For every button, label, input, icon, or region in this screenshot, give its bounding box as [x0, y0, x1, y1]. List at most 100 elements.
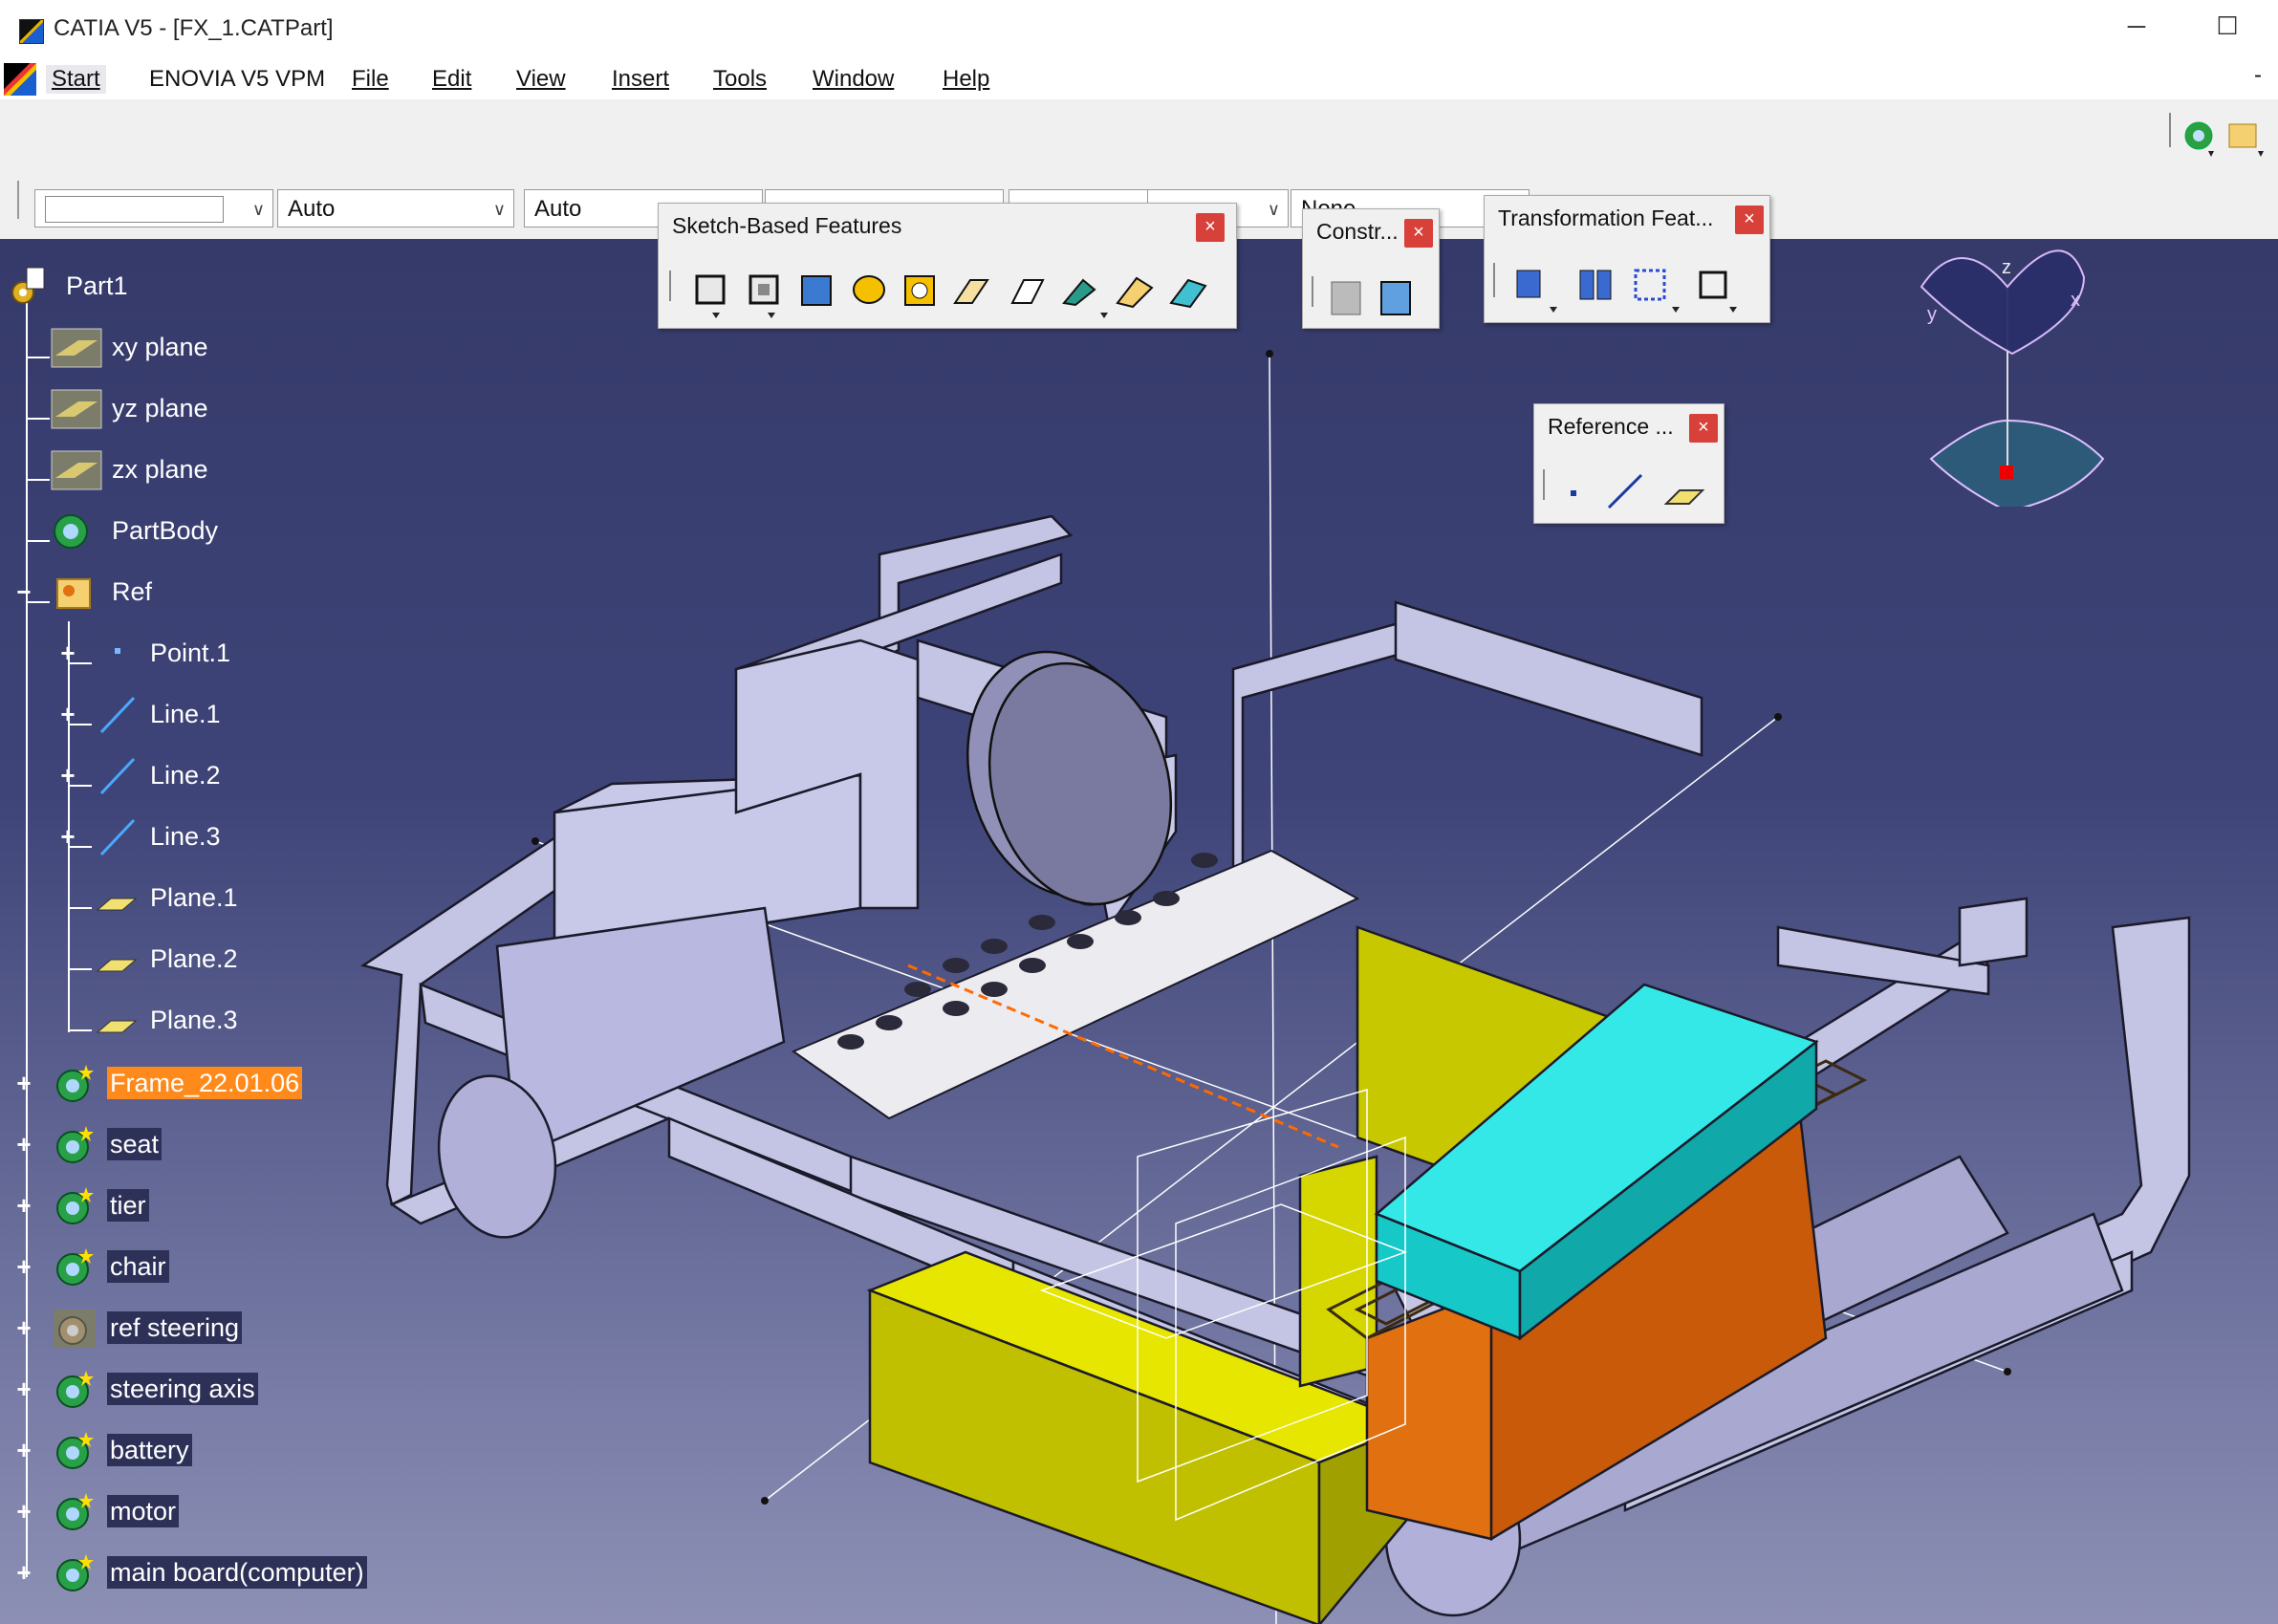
- panel-title: Reference ...: [1548, 414, 1674, 439]
- body-icon: [54, 514, 88, 549]
- expand-icon[interactable]: +: [57, 824, 78, 849]
- tree-label: xy plane: [112, 333, 208, 361]
- menu-insert[interactable]: Insert: [606, 65, 675, 94]
- expand-icon[interactable]: +: [13, 1376, 34, 1401]
- tier-cylinder-left: [437, 906, 786, 1239]
- document-icon[interactable]: [4, 63, 36, 96]
- groove-icon: [853, 275, 885, 304]
- body-icon: [56, 1493, 94, 1530]
- menu-view[interactable]: View: [510, 65, 572, 94]
- expand-icon[interactable]: +: [13, 1132, 34, 1157]
- transformation-features-toolbar[interactable]: Transformation Feat... ×: [1484, 195, 1770, 323]
- expand-icon[interactable]: +: [13, 1499, 34, 1524]
- line-icon: [99, 757, 136, 795]
- compass-z-label: z: [2002, 257, 2011, 278]
- plane-tool-icon: [1663, 489, 1705, 505]
- scroll-minus[interactable]: -: [2248, 61, 2267, 90]
- expand-icon[interactable]: +: [13, 1071, 34, 1095]
- minimize-button[interactable]: ─: [2117, 11, 2156, 41]
- expand-icon[interactable]: +: [57, 763, 78, 788]
- expand-icon[interactable]: +: [13, 1254, 34, 1279]
- menu-enovia[interactable]: ENOVIA V5 VPM: [143, 65, 331, 94]
- pattern-icon: [1634, 269, 1680, 313]
- menu-tools[interactable]: Tools: [707, 65, 772, 94]
- tree-label: Line.2: [150, 761, 221, 790]
- constraint-tools[interactable]: [1311, 272, 1435, 324]
- menu-start[interactable]: Start: [46, 65, 106, 94]
- body-icon: [56, 1187, 94, 1224]
- sketch-based-features-toolbar[interactable]: Sketch-Based Features ×: [658, 203, 1237, 329]
- reference-elements-toolbar[interactable]: Reference ... ×: [1533, 403, 1725, 524]
- menu-help[interactable]: Help: [937, 65, 995, 94]
- geometrical-set-icon: [56, 578, 91, 609]
- ref-plane-icon: [96, 898, 138, 911]
- close-button[interactable]: ×: [1404, 219, 1433, 248]
- expand-icon[interactable]: +: [13, 1560, 34, 1585]
- plane-icon: [51, 450, 102, 490]
- hole-icon: [904, 275, 935, 306]
- rib-icon: [953, 279, 989, 304]
- window-title: CATIA V5 - [FX_1.CATPart]: [54, 15, 334, 41]
- compass-widget[interactable]: z y x: [1902, 239, 2132, 507]
- tree-label: Part1: [66, 271, 128, 300]
- stiffener-icon: [1062, 278, 1108, 318]
- menu-edit[interactable]: Edit: [426, 65, 477, 94]
- expand-icon[interactable]: +: [13, 1438, 34, 1462]
- maximize-button[interactable]: ☐: [2208, 11, 2246, 41]
- shaft-icon: [801, 275, 832, 306]
- 3d-viewport[interactable]: z y x Part1 xy plane yz plane zx plane P…: [0, 239, 2278, 1624]
- hidden-body-icon: [54, 1310, 96, 1348]
- point-tool-icon: [1571, 490, 1576, 496]
- line-icon: [99, 696, 136, 734]
- pad-icon: [695, 274, 726, 318]
- tree-label: Line.1: [150, 700, 221, 728]
- catia-app-icon: [19, 19, 44, 44]
- constraints-toolbar[interactable]: Constr... ×: [1302, 208, 1440, 329]
- close-button[interactable]: ×: [1689, 414, 1718, 443]
- tree-label: chair: [107, 1250, 169, 1283]
- line-type-combo[interactable]: Auto ∨: [277, 189, 514, 227]
- body-icon: [56, 1065, 94, 1102]
- tree-label: Line.3: [150, 822, 221, 851]
- expand-icon[interactable]: +: [57, 640, 78, 665]
- toolbar-grip: [17, 181, 19, 219]
- menu-file[interactable]: File: [346, 65, 395, 94]
- tree-label: Plane.1: [150, 883, 238, 912]
- ref-plane-icon: [96, 1020, 138, 1033]
- tree-label: battery: [107, 1434, 192, 1466]
- expand-icon[interactable]: +: [13, 1315, 34, 1340]
- compass-x-label: x: [2071, 290, 2080, 311]
- graphic-properties-combo[interactable]: ∨: [34, 189, 273, 227]
- body-tree-icon: [2184, 121, 2214, 157]
- toolbar-top-right-icons[interactable]: [2168, 109, 2273, 166]
- tree-label: Point.1: [150, 639, 231, 667]
- constraint-icon: [1380, 281, 1411, 315]
- sketch-tools[interactable]: [668, 267, 1232, 320]
- collapse-icon[interactable]: −: [13, 579, 34, 604]
- title-bar: CATIA V5 - [FX_1.CATPart] ─ ☐: [0, 0, 2278, 60]
- menu-window[interactable]: Window: [807, 65, 900, 94]
- removed-multi-section-icon: [1169, 278, 1207, 309]
- close-button[interactable]: ×: [1196, 213, 1225, 242]
- constraint-dialog-icon: [1331, 281, 1361, 315]
- expand-icon[interactable]: +: [13, 1193, 34, 1218]
- compass-y-label: y: [1927, 304, 1937, 325]
- body-icon: [56, 1554, 94, 1592]
- slot-icon: [1010, 279, 1045, 304]
- reference-tools[interactable]: [1542, 466, 1720, 517]
- line-icon: [99, 818, 136, 856]
- tree-label: steering axis: [107, 1373, 258, 1405]
- multi-section-solid-icon: [1116, 276, 1154, 309]
- pocket-icon: [748, 274, 779, 318]
- mirror-icon: [1579, 270, 1612, 300]
- tree-label: zx plane: [112, 455, 208, 484]
- tree-label: motor: [107, 1495, 180, 1527]
- body-icon: [56, 1432, 94, 1469]
- transformation-tools[interactable]: [1492, 259, 1766, 316]
- part-icon: [11, 267, 45, 304]
- tree-lines: [26, 296, 92, 1577]
- close-button[interactable]: ×: [1735, 206, 1764, 234]
- tree-label: Frame_22.01.06: [107, 1067, 303, 1099]
- point-icon: [115, 648, 120, 654]
- expand-icon[interactable]: +: [57, 702, 78, 726]
